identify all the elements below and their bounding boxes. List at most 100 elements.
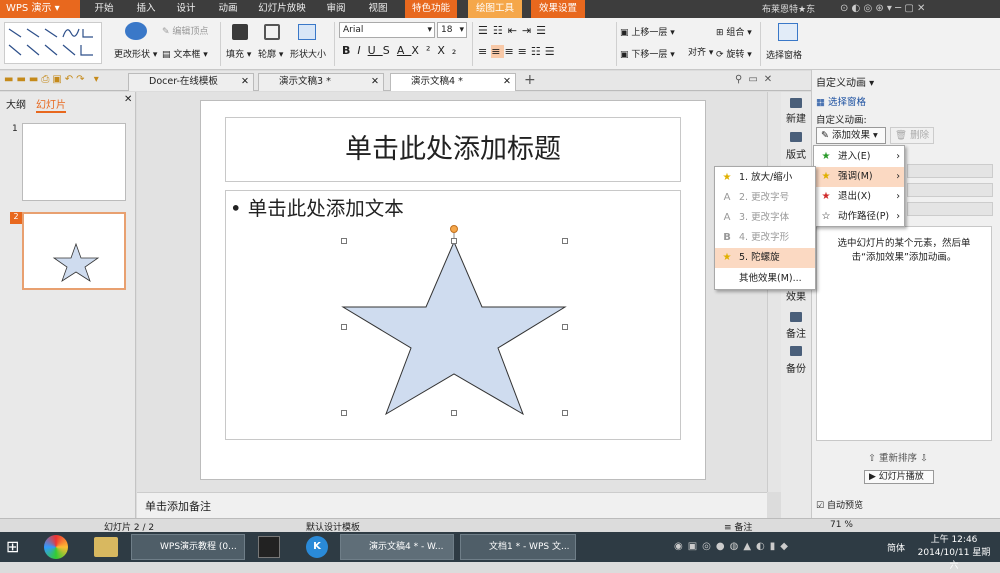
effect-change-font-style[interactable]: B 4. 更改字形: [715, 228, 815, 248]
taskbar-item-presentation-4[interactable]: 演示文稿4 * - W...: [340, 534, 454, 560]
align-button[interactable]: 对齐 ▾: [688, 45, 713, 58]
resize-handle[interactable]: [341, 324, 347, 330]
reorder-control[interactable]: ⇧ 重新排序 ⇩: [868, 450, 928, 464]
shape-size-button[interactable]: 形状大小: [290, 47, 326, 60]
textbox-button[interactable]: ▤ 文本框 ▾: [162, 47, 208, 60]
backup-button[interactable]: 备份: [781, 360, 811, 375]
tab-design[interactable]: 设计: [168, 0, 204, 18]
list-buttons[interactable]: ☰☷⇤⇥☰: [478, 24, 551, 37]
explorer-folder-icon[interactable]: [94, 537, 118, 557]
slide-thumbnail-1[interactable]: [22, 123, 126, 201]
slide-thumbnail-2[interactable]: [22, 212, 126, 290]
tab-presentation-4[interactable]: 演示文稿4 * ✕: [390, 73, 516, 91]
effect-change-font[interactable]: A 3. 更改字体: [715, 208, 815, 228]
font-size-select[interactable]: 18 ▾: [437, 22, 467, 38]
fill-button[interactable]: 填充 ▾: [226, 47, 251, 60]
close-icon[interactable]: ✕: [241, 74, 249, 90]
speed-select[interactable]: [907, 202, 993, 216]
taskbar-item-tutorial[interactable]: WPS演示教程 (0...: [131, 534, 245, 560]
effect-change-font-size[interactable]: A 2. 更改字号: [715, 188, 815, 208]
resize-handle[interactable]: [562, 238, 568, 244]
send-backward-button[interactable]: ▣ 下移一层 ▾: [620, 47, 675, 60]
change-shape-button[interactable]: 更改形状 ▾: [114, 47, 157, 60]
resize-handle[interactable]: [341, 238, 347, 244]
tab-docer-template[interactable]: Docer-在线模板 ✕: [128, 73, 254, 91]
font-format-buttons[interactable]: BIUSAX²X₂: [342, 44, 463, 57]
vertical-scrollbar[interactable]: [767, 92, 781, 492]
tab-effect-settings[interactable]: 效果设置: [531, 0, 585, 18]
clock[interactable]: 上午 12:46 2014/10/11 星期六: [916, 534, 992, 573]
star-shape[interactable]: [330, 225, 580, 425]
selection-pane-button[interactable]: 选择窗格: [766, 48, 802, 61]
panel-control-icons[interactable]: ⚲▭✕: [735, 74, 778, 85]
menu-item-exit[interactable]: ★ 退出(X) ›: [814, 187, 904, 207]
title-placeholder[interactable]: 单击此处添加标题: [225, 117, 681, 182]
tab-presentation-3[interactable]: 演示文稿3 * ✕: [258, 73, 384, 91]
menu-item-emphasis[interactable]: ★ 强调(M) ›: [814, 167, 904, 187]
app-pinwheel-icon[interactable]: [44, 535, 68, 559]
tab-view[interactable]: 视图: [360, 0, 396, 18]
resize-handle[interactable]: [451, 238, 457, 244]
tab-home[interactable]: 开始: [84, 0, 124, 18]
app-k-icon[interactable]: K: [306, 536, 328, 558]
group-button[interactable]: ⊞ 组合 ▾: [716, 25, 752, 38]
tab-outline[interactable]: 大纲: [6, 96, 26, 111]
start-select[interactable]: [907, 164, 993, 178]
selection-pane-icon[interactable]: [778, 23, 798, 41]
tab-insert[interactable]: 插入: [126, 0, 166, 18]
notes-pane[interactable]: 单击添加备注: [137, 492, 767, 518]
layout-button[interactable]: 版式: [781, 146, 811, 161]
paragraph-align-buttons[interactable]: ≡≡≡≡☷☰: [478, 45, 559, 58]
delete-button[interactable]: 🗑 删除: [890, 127, 934, 144]
shape-size-icon[interactable]: [298, 24, 316, 40]
resize-handle[interactable]: [562, 324, 568, 330]
window-controls[interactable]: ⊙ ◐ ◎ ⊛ ▾ ─ ▢ ✕: [840, 3, 925, 14]
effect-grow-shrink[interactable]: ★ 1. 放大/缩小: [715, 168, 815, 188]
property-select[interactable]: [907, 183, 993, 197]
fill-bucket-icon[interactable]: [232, 24, 248, 40]
slideshow-button[interactable]: ▶ 幻灯片播放: [864, 470, 934, 484]
close-icon[interactable]: ✕: [124, 94, 132, 105]
font-name-select[interactable]: Arial ▾: [339, 22, 435, 38]
tab-slides[interactable]: 幻灯片: [36, 96, 66, 113]
selection-pane-link[interactable]: ▦ 选择窗格: [816, 94, 866, 108]
user-name[interactable]: 布莱恩特★东: [762, 2, 815, 15]
add-effect-button[interactable]: ✎ 添加效果 ▾: [816, 127, 886, 144]
notes-button[interactable]: 备注: [781, 325, 811, 340]
tab-animation[interactable]: 动画: [208, 0, 248, 18]
body-text[interactable]: • 单击此处添加文本: [230, 192, 404, 221]
rotate-button[interactable]: ⟳ 旋转 ▾: [716, 47, 752, 60]
tab-features[interactable]: 特色功能: [405, 0, 457, 18]
start-windows-icon[interactable]: ⊞: [6, 537, 26, 557]
zoom-level[interactable]: 71 %: [830, 520, 853, 530]
app-s-icon[interactable]: [258, 536, 280, 558]
resize-handle[interactable]: [451, 410, 457, 416]
resize-handle[interactable]: [341, 410, 347, 416]
bring-forward-button[interactable]: ▣ 上移一层 ▾: [620, 25, 675, 38]
new-slide-button[interactable]: 新建: [781, 110, 811, 125]
effect-spin[interactable]: ★ 5. 陀螺旋: [715, 248, 815, 268]
menu-item-entrance[interactable]: ★ 进入(E) ›: [814, 147, 904, 167]
tab-review[interactable]: 审阅: [318, 0, 354, 18]
pane-title[interactable]: 自定义动画 ▾: [816, 74, 874, 89]
menu-item-motion-path[interactable]: ☆ 动作路径(P) ›: [814, 207, 904, 227]
close-icon[interactable]: ✕: [371, 74, 379, 90]
new-tab-plus-icon[interactable]: +: [524, 72, 536, 88]
ime-indicator[interactable]: 简体: [887, 541, 905, 554]
system-tray-icons[interactable]: ◉▣◎●◍▲◐▮◆: [674, 541, 793, 552]
tab-drawing-tools[interactable]: 绘图工具: [468, 0, 522, 18]
shape-gallery[interactable]: [4, 22, 102, 64]
outline-button[interactable]: 轮廓 ▾: [258, 47, 283, 60]
effect-more[interactable]: 其他效果(M)...: [715, 269, 815, 289]
app-menu-button[interactable]: WPS 演示 ▾: [0, 0, 80, 18]
edit-vertex-button[interactable]: ✎ 编辑顶点: [162, 24, 208, 37]
animation-list[interactable]: 选中幻灯片的某个元素，然后单击“添加效果”添加动画。: [816, 226, 992, 441]
change-shape-icon[interactable]: [125, 22, 147, 40]
resize-handle[interactable]: [562, 410, 568, 416]
taskbar-item-document-1[interactable]: 文档1 * - WPS 文...: [460, 534, 576, 560]
outline-pen-icon[interactable]: [264, 24, 280, 40]
effects-button[interactable]: 效果: [781, 288, 811, 303]
close-icon[interactable]: ✕: [503, 74, 511, 90]
tab-slideshow[interactable]: 幻灯片放映: [252, 0, 312, 18]
autopreview-checkbox[interactable]: ☑ 自动预览: [816, 498, 863, 511]
